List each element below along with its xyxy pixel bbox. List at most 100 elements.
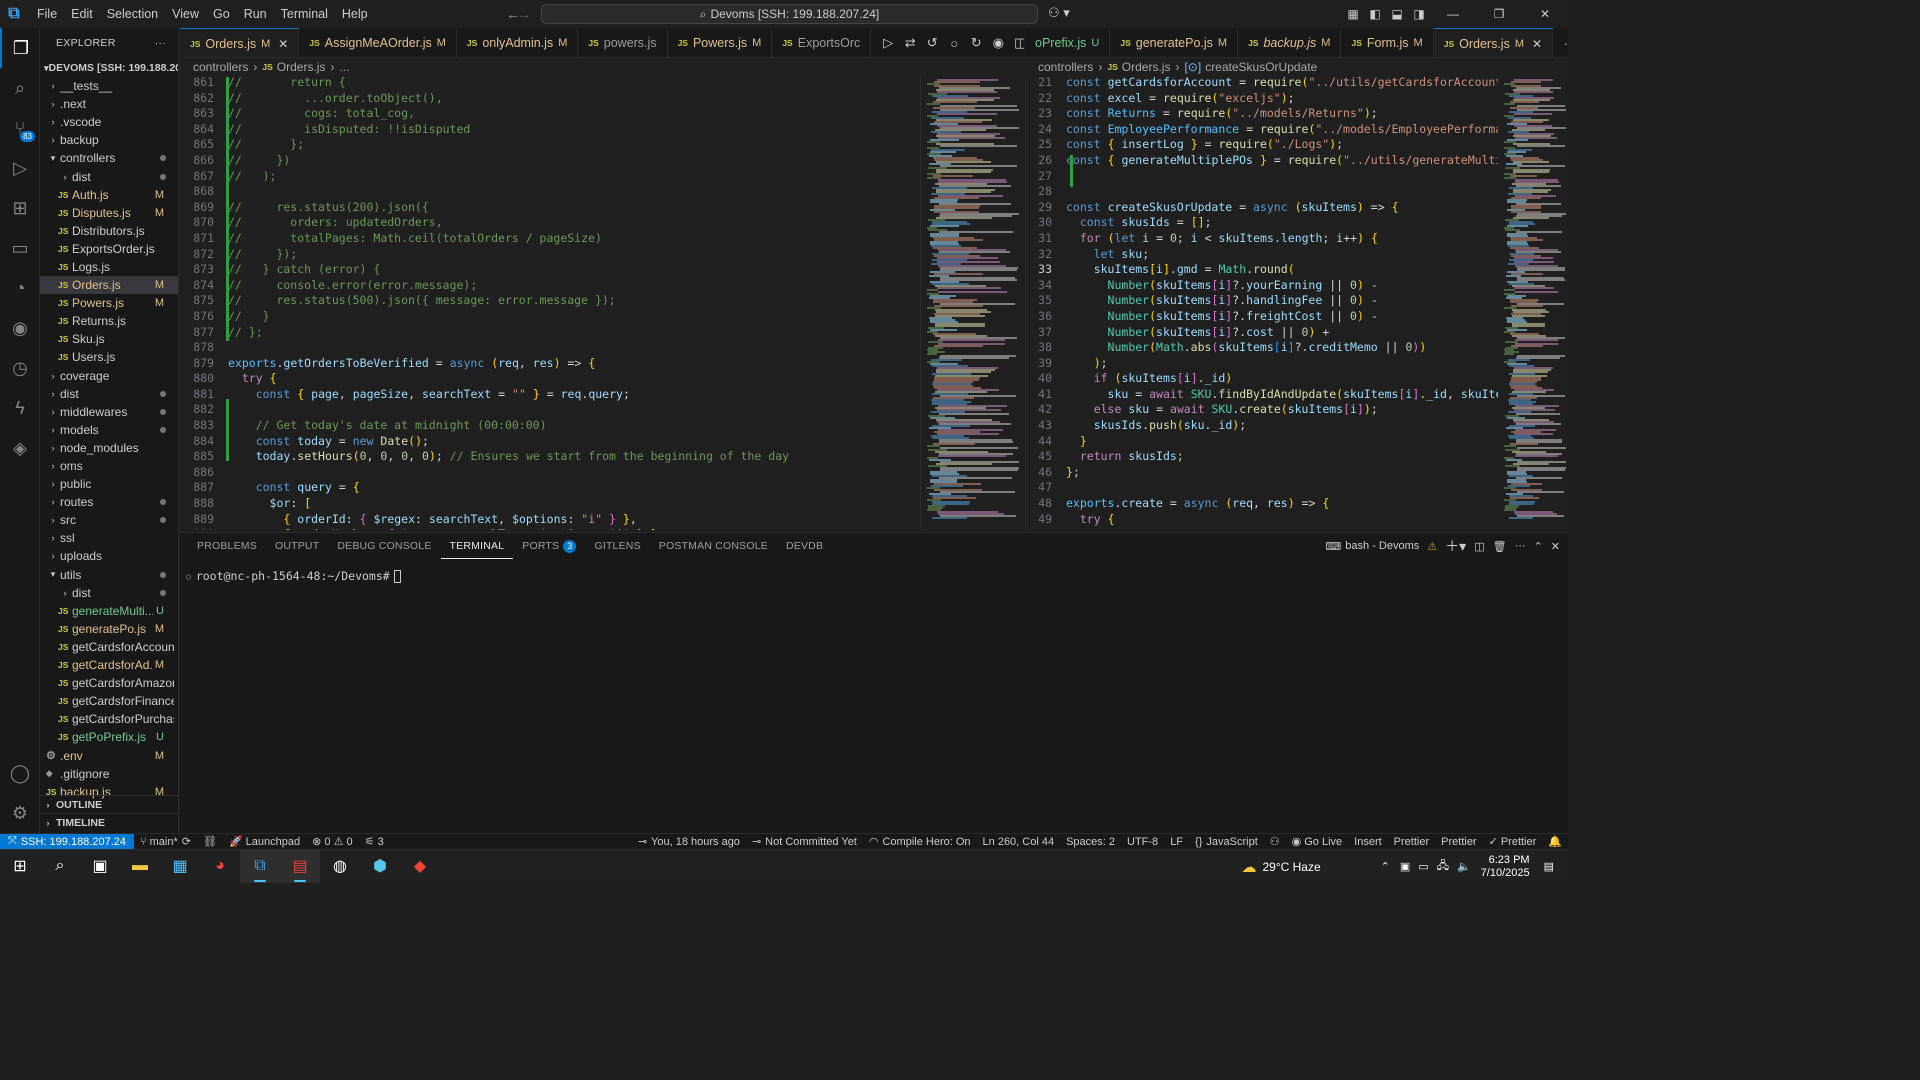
folder-item[interactable]: › dist [40, 584, 178, 602]
search-view-icon[interactable]: ⌕ [0, 68, 40, 108]
code-line[interactable]: 869 // res.status(200).json({ [180, 200, 920, 216]
file-item[interactable]: JSgetCardsforAccount.js [40, 638, 178, 656]
outline-section[interactable]: › OUTLINE [40, 795, 178, 813]
tab-form-js[interactable]: JS Form.js M [1341, 28, 1434, 57]
menu-item-help[interactable]: Help [335, 0, 375, 28]
folder-item[interactable]: › middlewares [40, 403, 178, 421]
editor-left[interactable]: 861 // return {862 // ...order.toObject(),… [180, 75, 920, 530]
tab-assignmeaorder-js[interactable]: JS AssignMeAOrder.js M [299, 28, 457, 57]
folder-item[interactable]: › ssl [40, 529, 178, 547]
blame-indicator[interactable]: ⊸ You, 18 hours ago [632, 835, 746, 849]
editor-right[interactable]: 21 const getCardsforAccount = require("..… [1025, 75, 1498, 530]
code-line[interactable]: 864 // isDisputed: !!isDisputed [180, 122, 920, 138]
folder-item[interactable]: › dist [40, 385, 178, 403]
code-line[interactable]: 25 const { insertLog } = require("./Logs"… [1026, 137, 1498, 153]
language-mode[interactable]: {} JavaScript [1189, 836, 1264, 848]
maximize-panel-icon[interactable]: ⌃ [1534, 540, 1543, 553]
panel-tab-devdb[interactable]: DEVDB [777, 533, 832, 559]
code-line[interactable]: 43 skusIds.push(sku._id); [1026, 418, 1498, 434]
file-item[interactable]: JS Powers.js M [40, 294, 178, 312]
manage-gear-icon[interactable]: ⚙ [0, 793, 40, 833]
terminal-name[interactable]: bash - Devoms [1345, 540, 1419, 552]
file-item[interactable]: JS Auth.js M [40, 186, 178, 204]
accounts-icon[interactable]: ◯ [0, 753, 40, 793]
code-line[interactable]: 887 const query = { [180, 480, 920, 496]
folder-item[interactable]: › __tests__ [40, 77, 178, 95]
split-terminal-icon[interactable]: ◫ [1474, 540, 1484, 553]
notification-center-icon[interactable]: ▤ [1544, 860, 1554, 873]
file-explorer-icon[interactable]: ▬ [120, 850, 160, 883]
tray-app-icon[interactable]: ▣ [1400, 860, 1410, 873]
code-line[interactable]: 866 // }) [180, 153, 920, 169]
panel-tab-ports[interactable]: PORTS 3 [513, 533, 585, 559]
panel-tab-terminal[interactable]: TERMINAL [440, 533, 514, 559]
revert-icon[interactable]: ↺ [921, 35, 943, 51]
code-line[interactable]: 34 Number(skuItems[i]?.yourEarning || 0)… [1026, 278, 1498, 294]
compare-icon[interactable]: ⇄ [899, 35, 921, 51]
zoom-icon[interactable]: ▤ [280, 849, 320, 883]
menu-item-run[interactable]: Run [237, 0, 274, 28]
code-line[interactable]: 49 try { [1026, 512, 1498, 528]
code-line[interactable]: 861 // return { [180, 75, 920, 91]
network-icon[interactable]: 🖧 [1437, 857, 1449, 876]
file-item[interactable]: ⚙ .env M [40, 746, 178, 764]
folder-item[interactable]: › models [40, 421, 178, 439]
code-line[interactable]: 888 $or: [ [180, 496, 920, 512]
code-line[interactable]: 884 const today = new Date(); [180, 434, 920, 450]
encoding[interactable]: UTF-8 [1121, 836, 1164, 848]
more-icon[interactable]: ··· [1515, 540, 1526, 552]
breadcrumb-item[interactable]: createSkusOrUpdate [1205, 60, 1317, 74]
more-actions-icon[interactable]: ··· [155, 37, 166, 49]
remote-indicator[interactable]: ⤧ SSH: 199.188.207.24 [0, 833, 135, 850]
code-line[interactable]: 889 { orderId: { $regex: searchText, $op… [180, 512, 920, 528]
panel-tab-problems[interactable]: PROBLEMS [188, 533, 266, 559]
more-actions-icon[interactable]: ··· [1559, 36, 1568, 51]
menu-item-edit[interactable]: Edit [64, 0, 100, 28]
code-line[interactable]: 886 [180, 465, 920, 481]
code-line[interactable]: 38 Number(Math.abs(skuItems[i]?.creditMe… [1026, 340, 1498, 356]
code-line[interactable]: 31 for (let i = 0; i < skuItems.length; … [1026, 231, 1498, 247]
file-item[interactable]: JSgetCardsforPurchasi... [40, 710, 178, 728]
run-icon[interactable]: ▷ [877, 35, 899, 51]
tray-chevron-icon[interactable]: ⌃ [1381, 860, 1390, 873]
code-line[interactable]: 32 let sku; [1026, 247, 1498, 263]
prettier-status-3[interactable]: ✓ Prettier [1483, 835, 1543, 849]
tab-onlyadmin-js[interactable]: JS onlyAdmin.js M [457, 28, 579, 57]
code-line[interactable]: 873 // } catch (error) { [180, 262, 920, 278]
code-line[interactable]: 39 ); [1026, 356, 1498, 372]
code-line[interactable]: 882 [180, 402, 920, 418]
code-line[interactable]: 47 [1026, 480, 1498, 496]
toggle-panel-icon[interactable]: ⬓ [1386, 7, 1408, 21]
folder-item[interactable]: › oms [40, 457, 178, 475]
app-circle-icon[interactable]: ◍ [320, 850, 360, 883]
close-tab-icon[interactable]: ✕ [1532, 37, 1542, 51]
code-line[interactable]: 40 if (skuItems[i]._id) [1026, 371, 1498, 387]
gitlens-icon[interactable]: ◔ [0, 268, 40, 308]
chrome-icon[interactable]: ◕ [200, 850, 240, 883]
code-line[interactable]: 41 sku = await SKU.findByIdAndUpdate(sku… [1026, 387, 1498, 403]
volume-icon[interactable]: 🔈 [1457, 860, 1471, 873]
app-hex-icon[interactable]: ⬢ [360, 850, 400, 883]
panel-tab-output[interactable]: OUTPUT [266, 533, 328, 559]
windows-start-icon[interactable]: ⊞ [0, 850, 40, 883]
code-line[interactable]: 22 const excel = require("exceljs"); [1026, 91, 1498, 107]
breadcrumb-item[interactable]: Orders.js [277, 60, 326, 74]
folder-item[interactable]: › .vscode [40, 113, 178, 131]
code-line[interactable]: 881 const { page, pageSize, searchText =… [180, 387, 920, 403]
timeline-section[interactable]: › TIMELINE [40, 813, 178, 831]
split-editor-icon[interactable]: ◫ [1009, 35, 1024, 51]
file-item[interactable]: JS Returns.js [40, 312, 178, 330]
menu-item-view[interactable]: View [165, 0, 206, 28]
code-line[interactable]: 879 exports.getOrdersToBeVerified = async… [180, 356, 920, 372]
code-line[interactable]: 870 // orders: updatedOrders, [180, 215, 920, 231]
folder-item[interactable]: › backup [40, 131, 178, 149]
code-line[interactable]: 28 [1026, 184, 1498, 200]
file-item[interactable]: JSgetCardsforAmazon.js [40, 674, 178, 692]
code-line[interactable]: 35 Number(skuItems[i]?.handlingFee || 0)… [1026, 293, 1498, 309]
extensions-icon[interactable]: ⊞ [0, 188, 40, 228]
minimap-left[interactable] [920, 75, 1024, 530]
terminal-output[interactable]: ○ root@nc-ph-1564-48:~/Devoms# [186, 569, 401, 583]
code-line[interactable]: 878 [180, 340, 920, 356]
code-line[interactable]: 865 // }; [180, 137, 920, 153]
prev-change-icon[interactable]: ○ [943, 36, 965, 51]
